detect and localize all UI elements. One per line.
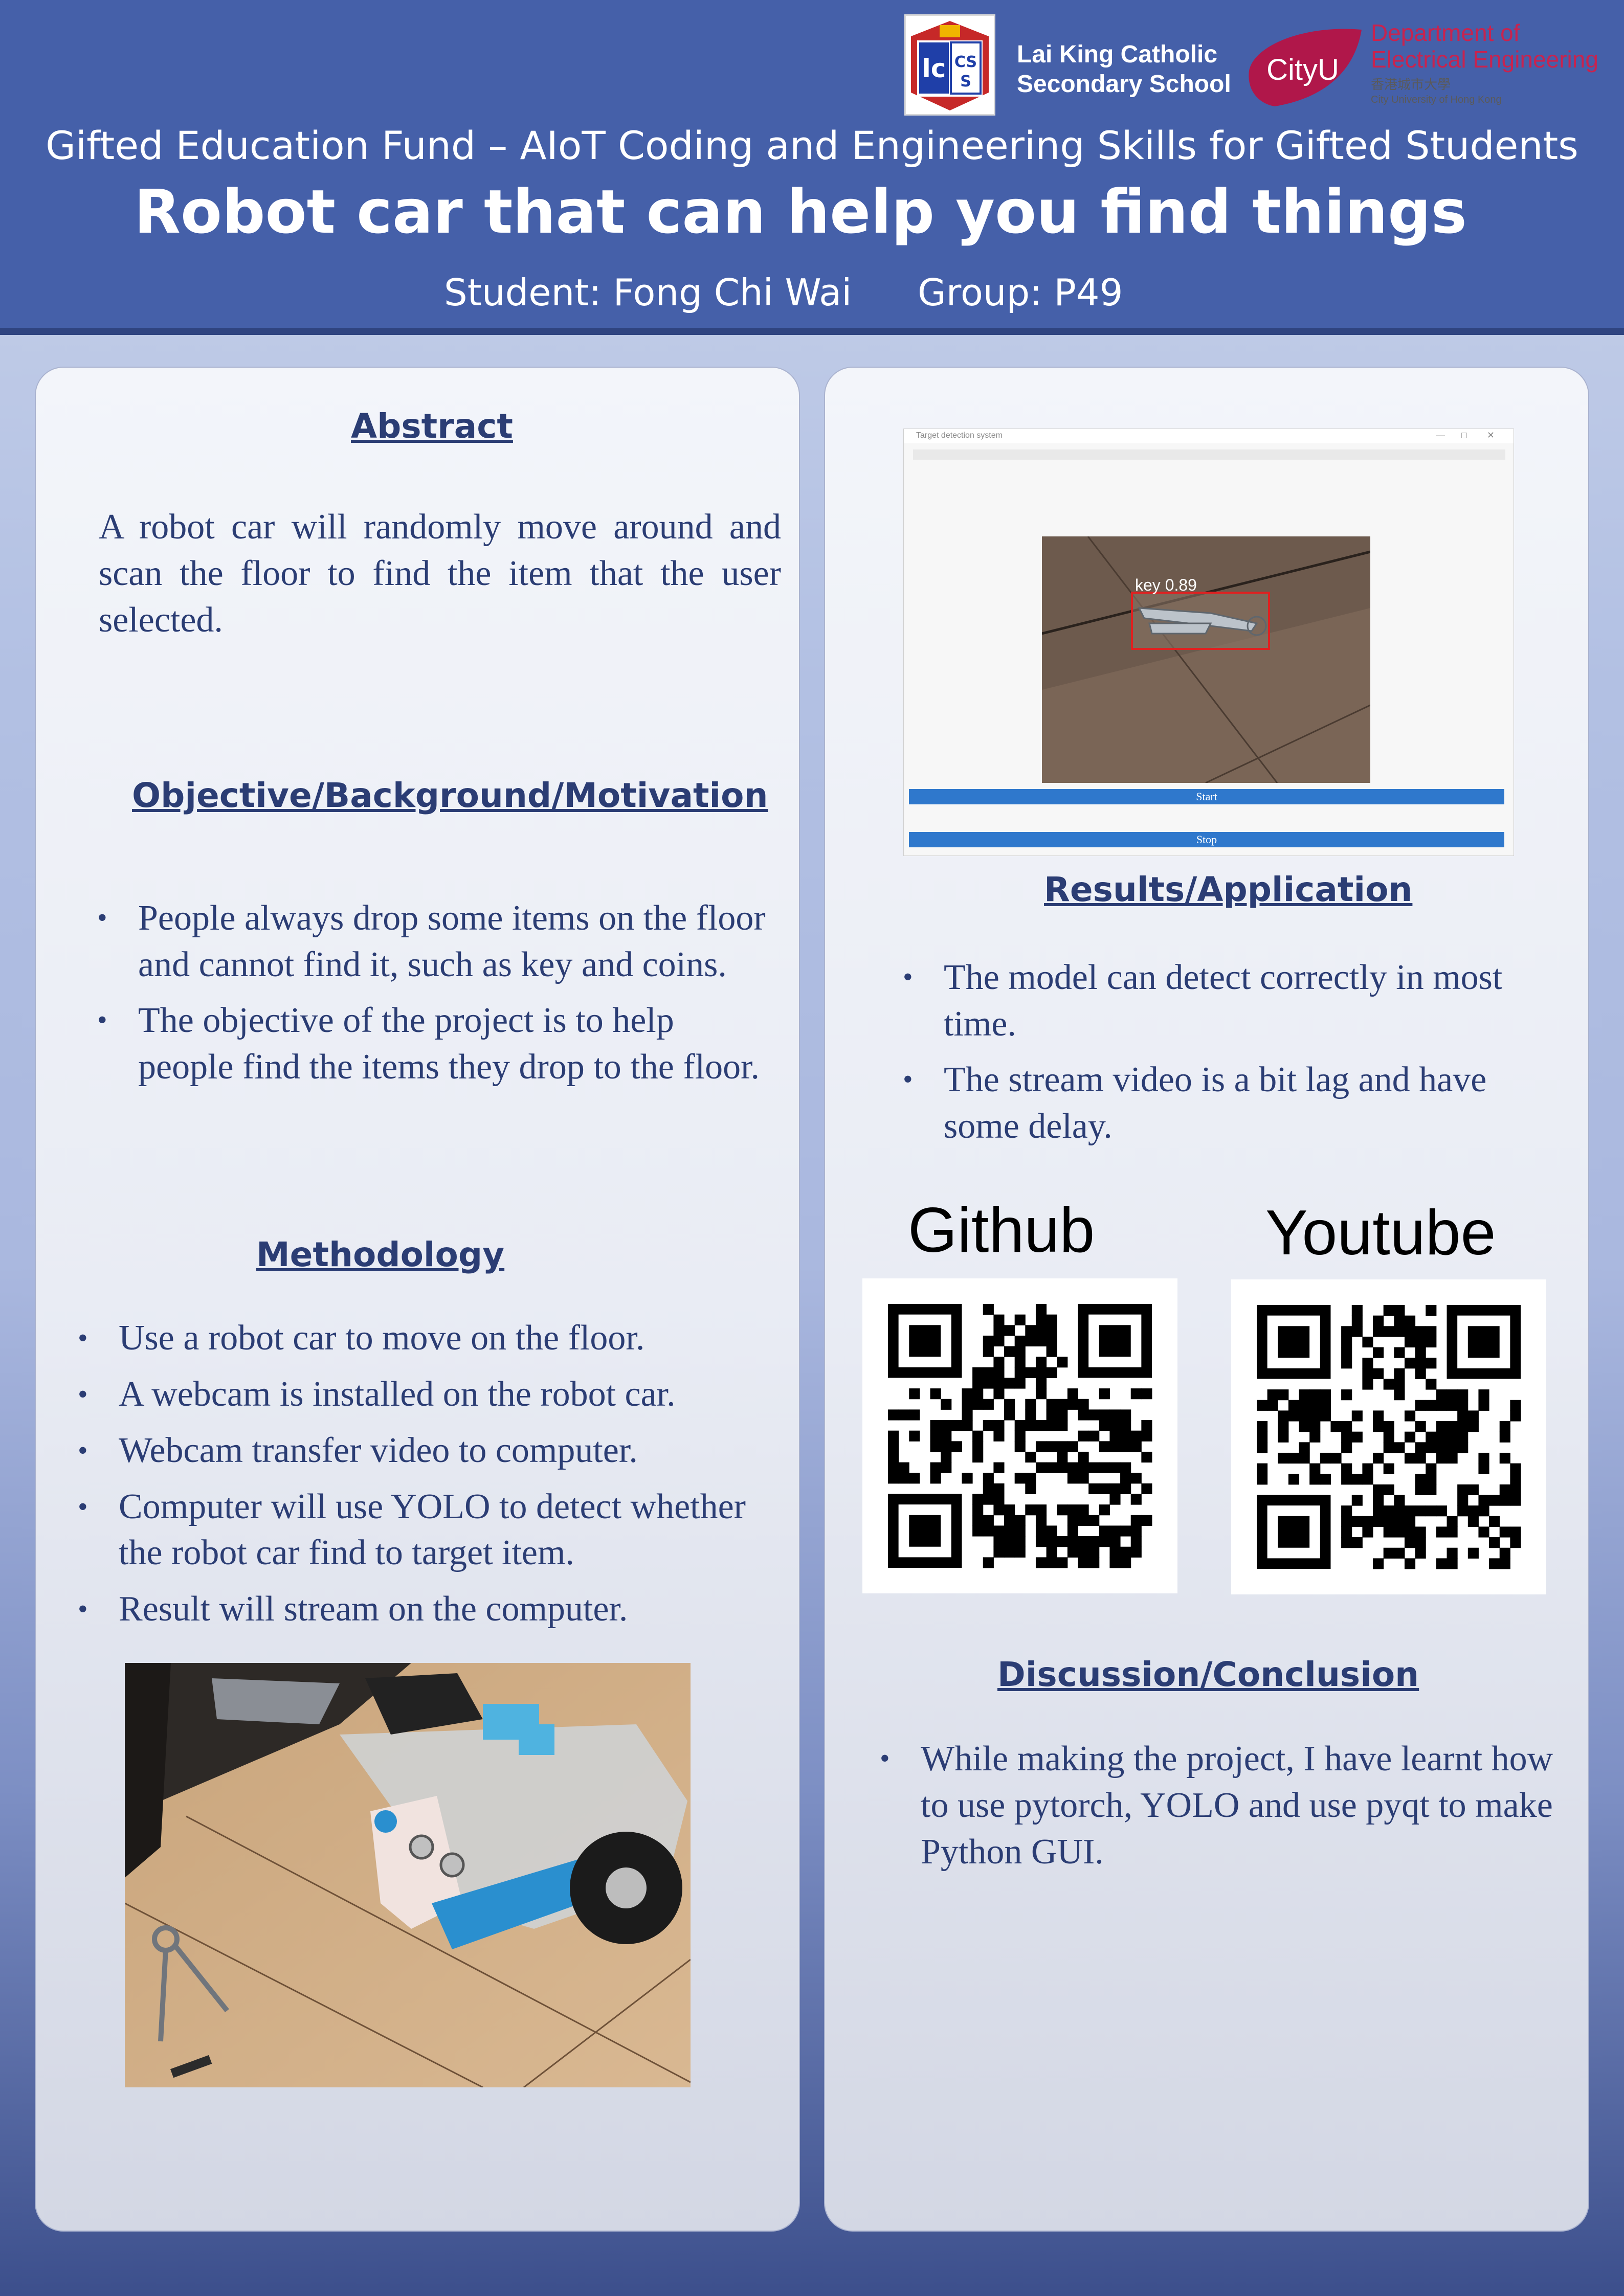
- poster-header: lc CS S Lai King Catholic Secondary Scho…: [0, 0, 1624, 335]
- list-item: The objective of the project is to help …: [91, 997, 776, 1090]
- dept-line2: Electrical Engineering: [1371, 46, 1598, 73]
- abstract-text: A robot car will randomly move around an…: [99, 507, 781, 640]
- school-name-line1: Lai King Catholic: [1017, 41, 1218, 68]
- student-name: Student: Fong Chi Wai: [444, 271, 852, 314]
- gui-titlebar: Target detection system — □ ✕: [904, 429, 1514, 443]
- list-item: The model can detect correctly in most t…: [897, 954, 1562, 1047]
- cityu-wordmark: CityU: [1266, 53, 1339, 86]
- university-chinese: 香港城市大學: [1371, 77, 1451, 92]
- group-number: Group: P49: [918, 271, 1123, 314]
- school-logo: lc CS S: [904, 14, 995, 116]
- cityu-badge-icon: CityU: [1249, 29, 1362, 106]
- svg-text:S: S: [960, 73, 971, 91]
- detection-frame-image: key 0.89: [1042, 536, 1370, 783]
- qr-code-icon: [1257, 1305, 1521, 1569]
- start-button[interactable]: Start: [909, 789, 1504, 804]
- objective-list: People always drop some items on the flo…: [91, 895, 776, 1099]
- fund-line: Gifted Education Fund – AIoT Coding and …: [46, 123, 1578, 168]
- list-item: People always drop some items on the flo…: [91, 895, 776, 988]
- detection-label: key 0.89: [1135, 576, 1197, 594]
- school-name-line2: Secondary School: [1017, 71, 1231, 98]
- methodology-list: Use a robot car to move on the floor. A …: [72, 1315, 783, 1642]
- youtube-qr-code[interactable]: [1231, 1279, 1546, 1594]
- qr-code-icon: [888, 1304, 1152, 1568]
- svg-text:CS: CS: [954, 53, 977, 71]
- university-english: City University of Hong Kong: [1371, 94, 1502, 105]
- maximize-icon: □: [1461, 430, 1467, 440]
- abstract-heading: Abstract: [351, 407, 513, 446]
- methodology-heading: Methodology: [256, 1235, 505, 1274]
- robot-car-photo: [125, 1663, 691, 2087]
- list-item: Webcam transfer video to computer.: [72, 1428, 783, 1474]
- list-item: Result will stream on the computer.: [72, 1586, 783, 1632]
- stop-button[interactable]: Stop: [909, 832, 1504, 847]
- minimize-icon: —: [1436, 430, 1445, 440]
- results-list: The model can detect correctly in most t…: [897, 954, 1562, 1159]
- poster-title: Robot car that can help you find things: [134, 176, 1467, 247]
- svg-text:lc: lc: [922, 54, 946, 83]
- school-crest-icon: lc CS S: [906, 16, 994, 114]
- youtube-label: Youtube: [1265, 1198, 1496, 1268]
- detection-video-frame: key 0.89: [1042, 536, 1370, 783]
- list-item: While making the project, I have learnt …: [874, 1736, 1562, 1875]
- detection-gui-screenshot: Target detection system — □ ✕ key 0.89 S…: [903, 429, 1514, 856]
- gui-toolbar-strip: [913, 449, 1505, 460]
- discussion-heading: Discussion/Conclusion: [997, 1655, 1419, 1694]
- gui-window-title: Target detection system: [916, 431, 1003, 440]
- close-icon: ✕: [1487, 430, 1495, 440]
- university-name: 香港城市大學 City University of Hong Kong: [1371, 77, 1502, 107]
- list-item: A webcam is installed on the robot car.: [72, 1371, 783, 1417]
- robot-car-image: [125, 1663, 691, 2087]
- department-name: Department of Electrical Engineering: [1371, 19, 1598, 73]
- school-name: Lai King Catholic Secondary School: [1017, 40, 1231, 99]
- dept-line1: Department of: [1371, 19, 1520, 46]
- list-item: Use a robot car to move on the floor.: [72, 1315, 783, 1361]
- github-qr-code[interactable]: [862, 1278, 1177, 1593]
- list-item: Computer will use YOLO to detect whether…: [72, 1484, 783, 1576]
- github-label: Github: [908, 1195, 1095, 1266]
- discussion-list: While making the project, I have learnt …: [874, 1736, 1562, 1884]
- objective-heading: Objective/Background/Motivation: [132, 776, 768, 815]
- results-heading: Results/Application: [1044, 870, 1413, 909]
- list-item: The stream video is a bit lag and have s…: [897, 1056, 1562, 1150]
